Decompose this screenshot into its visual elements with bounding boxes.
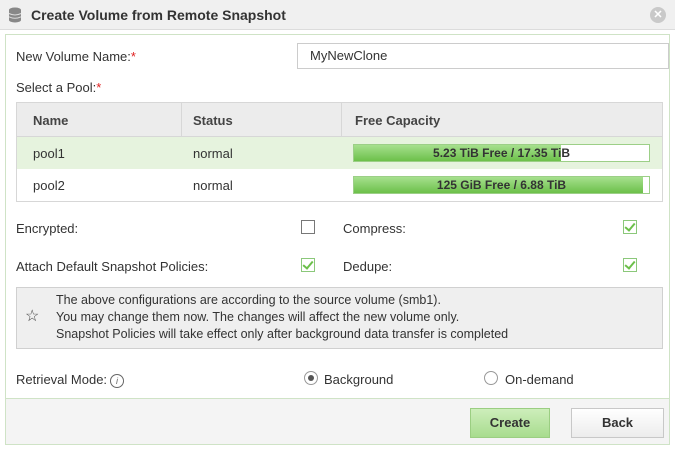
note-line: You may change them now. The changes wil… xyxy=(56,310,460,324)
radio-on-demand[interactable] xyxy=(484,371,498,385)
pool-name: pool2 xyxy=(33,178,65,193)
dedupe-checkbox[interactable] xyxy=(623,258,637,272)
required-mark: * xyxy=(96,80,102,95)
pool-label: Select a Pool:* xyxy=(16,80,102,95)
dedupe-label: Dedupe: xyxy=(343,259,393,274)
note-line: Snapshot Policies will take effect only … xyxy=(56,327,509,341)
dialog-title: Create Volume from Remote Snapshot xyxy=(31,7,286,23)
retrieval-mode-label: Retrieval Mode: i xyxy=(16,372,125,388)
create-button[interactable]: Create xyxy=(470,408,550,438)
dialog-body: New Volume Name:* MyNewClone Select a Po… xyxy=(5,34,670,399)
encrypted-label: Encrypted: xyxy=(16,221,79,236)
pool-status: normal xyxy=(193,178,233,193)
required-mark: * xyxy=(130,49,136,64)
info-icon[interactable]: i xyxy=(110,373,125,388)
radio-background-label[interactable]: Background xyxy=(324,372,393,387)
attach-policies-label: Attach Default Snapshot Policies: xyxy=(16,259,209,274)
encrypted-checkbox[interactable] xyxy=(301,220,315,234)
note-line: The above configurations are according t… xyxy=(56,293,441,307)
attach-policies-checkbox[interactable] xyxy=(301,258,315,272)
capacity-text: 5.23 TiB Free / 17.35 TiB xyxy=(433,146,570,160)
capacity-text: 125 GiB Free / 6.88 TiB xyxy=(436,178,567,192)
info-note: ☆ The above configurations are according… xyxy=(16,287,663,349)
pool-table-header: Name Status Free Capacity xyxy=(17,103,662,137)
compress-checkbox[interactable] xyxy=(623,220,637,234)
compress-label: Compress: xyxy=(343,221,406,236)
pool-row-pool1[interactable]: pool1 normal 5.23 TiB Free / 17.35 TiB xyxy=(17,137,662,169)
volume-name-label: New Volume Name:* xyxy=(16,49,136,64)
column-header-name[interactable]: Name xyxy=(33,113,68,128)
volume-name-input[interactable]: MyNewClone xyxy=(297,43,669,69)
pool-name: pool1 xyxy=(33,146,65,161)
pool-table: Name Status Free Capacity pool1 normal 5… xyxy=(16,102,663,202)
pool-status: normal xyxy=(193,146,233,161)
back-button[interactable]: Back xyxy=(571,408,664,438)
capacity-bar: 125 GiB Free / 6.88 TiB xyxy=(353,176,650,194)
column-header-status[interactable]: Status xyxy=(193,113,233,128)
radio-background[interactable] xyxy=(304,371,318,385)
radio-on-demand-label[interactable]: On-demand xyxy=(505,372,574,387)
dialog-footer: Create Back xyxy=(5,399,670,445)
close-icon[interactable]: ✕ xyxy=(650,7,666,23)
pool-row-pool2[interactable]: pool2 normal 125 GiB Free / 6.88 TiB xyxy=(17,169,662,201)
dialog-titlebar: Create Volume from Remote Snapshot ✕ xyxy=(0,0,675,30)
capacity-bar: 5.23 TiB Free / 17.35 TiB xyxy=(353,144,650,162)
database-icon xyxy=(8,7,22,23)
column-header-free-capacity[interactable]: Free Capacity xyxy=(355,113,440,128)
star-icon: ☆ xyxy=(25,308,40,325)
create-volume-dialog: Create Volume from Remote Snapshot ✕ New… xyxy=(0,0,675,449)
